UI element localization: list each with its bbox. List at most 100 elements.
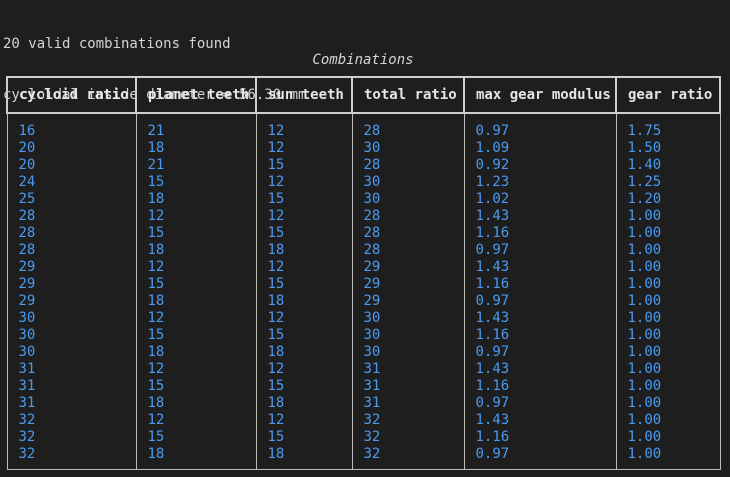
cell-planet-teeth: 15 — [135, 276, 257, 293]
cell-total-ratio: 30 — [351, 327, 465, 344]
cell-gear-ratio: 1.00 — [615, 225, 721, 242]
cell-sun-teeth: 18 — [255, 242, 353, 259]
cell-cycloid-ratio: 29 — [6, 293, 137, 310]
header-max-gear-modulus: max gear modulus — [463, 76, 617, 114]
header-gear-ratio: gear ratio — [615, 76, 721, 114]
cell-sun-teeth: 18 — [255, 395, 353, 412]
cell-max-gear-modulus: 0.97 — [463, 446, 617, 470]
cell-total-ratio: 28 — [351, 113, 465, 140]
cell-sun-teeth: 15 — [255, 191, 353, 208]
table-row: 29 12 12 29 1.43 1.00 — [6, 259, 721, 276]
header-total-ratio: total ratio — [351, 76, 465, 114]
cell-gear-ratio: 1.00 — [615, 446, 721, 470]
cell-planet-teeth: 12 — [135, 361, 257, 378]
cell-gear-ratio: 1.75 — [615, 113, 721, 140]
table-row: 30 18 18 30 0.97 1.00 — [6, 344, 721, 361]
cell-gear-ratio: 1.00 — [615, 259, 721, 276]
cell-max-gear-modulus: 1.23 — [463, 174, 617, 191]
cell-max-gear-modulus: 1.16 — [463, 276, 617, 293]
cell-sun-teeth: 12 — [255, 259, 353, 276]
cell-max-gear-modulus: 0.97 — [463, 344, 617, 361]
cell-cycloid-ratio: 30 — [6, 344, 137, 361]
cell-planet-teeth: 18 — [135, 344, 257, 361]
cell-total-ratio: 31 — [351, 395, 465, 412]
table-row: 20 18 12 30 1.09 1.50 — [6, 140, 721, 157]
table-row: 32 18 18 32 0.97 1.00 — [6, 446, 721, 470]
cell-gear-ratio: 1.00 — [615, 378, 721, 395]
cell-max-gear-modulus: 1.09 — [463, 140, 617, 157]
cell-planet-teeth: 18 — [135, 140, 257, 157]
cell-max-gear-modulus: 0.97 — [463, 113, 617, 140]
table-row: 29 15 15 29 1.16 1.00 — [6, 276, 721, 293]
cell-max-gear-modulus: 0.97 — [463, 242, 617, 259]
cell-planet-teeth: 18 — [135, 191, 257, 208]
cell-planet-teeth: 15 — [135, 174, 257, 191]
cell-total-ratio: 32 — [351, 429, 465, 446]
cell-sun-teeth: 12 — [255, 310, 353, 327]
cell-sun-teeth: 18 — [255, 293, 353, 310]
header-planet-teeth: planet teeth — [135, 76, 257, 114]
cell-gear-ratio: 1.00 — [615, 327, 721, 344]
cell-max-gear-modulus: 1.43 — [463, 208, 617, 225]
cell-planet-teeth: 18 — [135, 242, 257, 259]
cell-planet-teeth: 12 — [135, 259, 257, 276]
cell-total-ratio: 30 — [351, 344, 465, 361]
cell-sun-teeth: 15 — [255, 225, 353, 242]
cell-max-gear-modulus: 1.16 — [463, 378, 617, 395]
cell-planet-teeth: 18 — [135, 293, 257, 310]
cell-max-gear-modulus: 1.43 — [463, 259, 617, 276]
table-row: 28 12 12 28 1.43 1.00 — [6, 208, 721, 225]
table-row: 28 18 18 28 0.97 1.00 — [6, 242, 721, 259]
cell-total-ratio: 32 — [351, 412, 465, 429]
cell-gear-ratio: 1.00 — [615, 208, 721, 225]
cell-gear-ratio: 1.00 — [615, 412, 721, 429]
cell-cycloid-ratio: 20 — [6, 140, 137, 157]
cell-planet-teeth: 18 — [135, 395, 257, 412]
cell-gear-ratio: 1.00 — [615, 310, 721, 327]
cell-cycloid-ratio: 32 — [6, 429, 137, 446]
table-row: 20 21 15 28 0.92 1.40 — [6, 157, 721, 174]
cell-max-gear-modulus: 1.43 — [463, 361, 617, 378]
cell-planet-teeth: 12 — [135, 310, 257, 327]
cell-gear-ratio: 1.00 — [615, 395, 721, 412]
table-row: 31 15 15 31 1.16 1.00 — [6, 378, 721, 395]
cell-max-gear-modulus: 0.97 — [463, 395, 617, 412]
cell-planet-teeth: 21 — [135, 113, 257, 140]
cell-sun-teeth: 15 — [255, 327, 353, 344]
cell-planet-teeth: 12 — [135, 208, 257, 225]
cell-gear-ratio: 1.25 — [615, 174, 721, 191]
cell-total-ratio: 28 — [351, 225, 465, 242]
cell-total-ratio: 29 — [351, 293, 465, 310]
table-row: 32 12 12 32 1.43 1.00 — [6, 412, 721, 429]
cell-planet-teeth: 15 — [135, 378, 257, 395]
cell-max-gear-modulus: 1.16 — [463, 225, 617, 242]
cell-gear-ratio: 1.00 — [615, 344, 721, 361]
cell-total-ratio: 30 — [351, 174, 465, 191]
cell-max-gear-modulus: 1.43 — [463, 412, 617, 429]
cell-gear-ratio: 1.20 — [615, 191, 721, 208]
table-header-row: cycloid ratio planet teeth sun teeth tot… — [6, 76, 721, 114]
cell-total-ratio: 29 — [351, 259, 465, 276]
cell-total-ratio: 30 — [351, 191, 465, 208]
cell-total-ratio: 28 — [351, 208, 465, 225]
table-row: 28 15 15 28 1.16 1.00 — [6, 225, 721, 242]
table-caption: Combinations — [312, 52, 414, 68]
cell-cycloid-ratio: 31 — [6, 361, 137, 378]
cell-sun-teeth: 15 — [255, 276, 353, 293]
cell-sun-teeth: 18 — [255, 344, 353, 361]
cell-total-ratio: 32 — [351, 446, 465, 470]
cell-max-gear-modulus: 1.16 — [463, 327, 617, 344]
table-row: 32 15 15 32 1.16 1.00 — [6, 429, 721, 446]
cell-gear-ratio: 1.40 — [615, 157, 721, 174]
cell-cycloid-ratio: 30 — [6, 310, 137, 327]
cell-sun-teeth: 12 — [255, 412, 353, 429]
table-row: 29 18 18 29 0.97 1.00 — [6, 293, 721, 310]
cell-sun-teeth: 15 — [255, 378, 353, 395]
cell-planet-teeth: 12 — [135, 412, 257, 429]
cell-planet-teeth: 15 — [135, 429, 257, 446]
cell-gear-ratio: 1.00 — [615, 276, 721, 293]
cell-cycloid-ratio: 28 — [6, 225, 137, 242]
cell-cycloid-ratio: 31 — [6, 395, 137, 412]
table-row: 30 15 15 30 1.16 1.00 — [6, 327, 721, 344]
cell-sun-teeth: 12 — [255, 174, 353, 191]
